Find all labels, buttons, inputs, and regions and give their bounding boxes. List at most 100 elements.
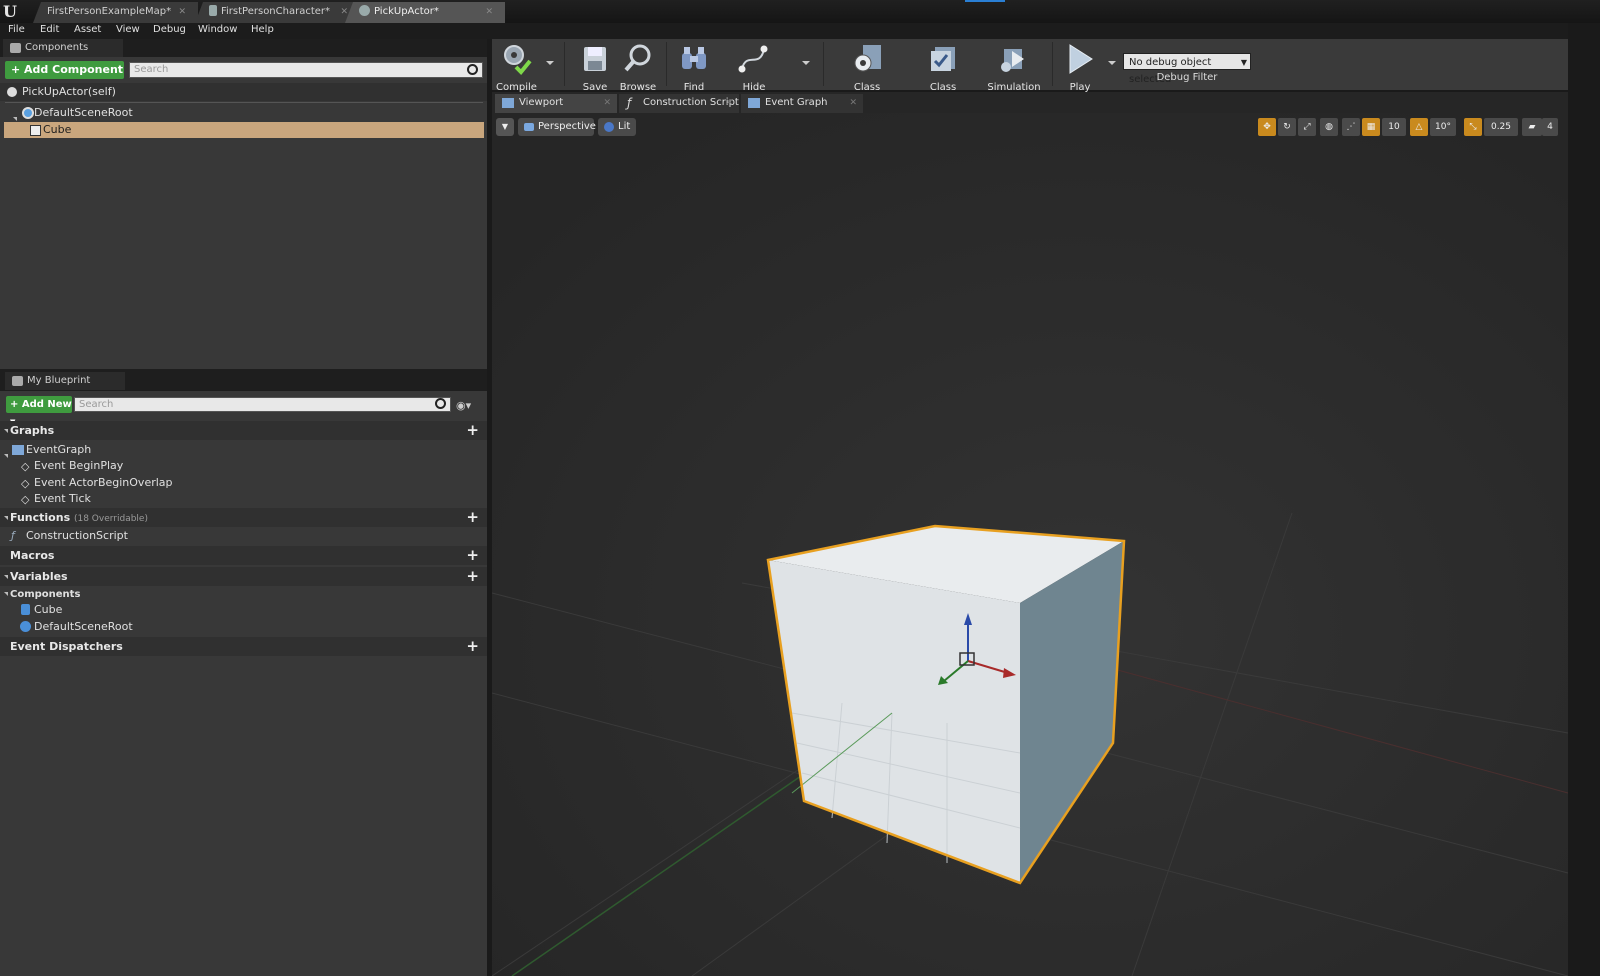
event-dispatchers-section[interactable]: Event Dispatchers + [0, 637, 487, 656]
tree-row-defaultsceneroot[interactable]: DefaultSceneRoot [4, 105, 484, 121]
event-item-beginplay[interactable]: ◇ Event BeginPlay [0, 458, 487, 474]
menu-asset[interactable]: Asset [74, 24, 101, 35]
debug-object-select[interactable]: No debug object selected ▼ [1123, 53, 1251, 85]
grid-snap-value[interactable]: 10 [1382, 118, 1406, 136]
add-component-button[interactable]: + Add Component ▼ [5, 61, 124, 93]
cube-component-icon [30, 125, 41, 136]
event-item-actorbeginoverlap[interactable]: ◇ Event ActorBeginOverlap [0, 475, 487, 491]
expand-arrow-icon [4, 592, 8, 596]
self-row[interactable]: PickUpActor(self) [0, 83, 487, 101]
actor-icon [359, 5, 370, 16]
document-tab-label: PickUpActor* [374, 6, 439, 17]
components-panel: Components + Add Component ▼ Search Pick… [0, 39, 487, 369]
menu-edit[interactable]: Edit [40, 24, 59, 35]
camera-speed-icon[interactable]: ▰ [1522, 118, 1542, 136]
scale-mode-icon[interactable]: ⤢ [1298, 118, 1316, 136]
grid-snap-icon[interactable]: ▦ [1362, 118, 1380, 136]
variable-item-cube[interactable]: Cube [0, 602, 487, 618]
play-options-dropdown[interactable] [1108, 61, 1116, 65]
tab-event-graph[interactable]: Event Graph ✕ [741, 94, 863, 113]
function-icon: ƒ [11, 529, 15, 542]
my-blueprint-panel: My Blueprint + Add New ▼ Search ◉▾ Graph… [0, 369, 487, 976]
self-label: PickUpActor(self) [22, 85, 116, 98]
category-label: Components [10, 589, 81, 600]
menu-view[interactable]: View [116, 24, 140, 35]
coordinate-system-icon[interactable]: ◍ [1320, 118, 1338, 136]
save-button[interactable]: Save [578, 41, 612, 93]
event-graph-icon [12, 445, 24, 455]
event-icon: ◇ [21, 493, 30, 506]
document-tab-map[interactable]: FirstPersonExampleMap* ✕ [33, 2, 198, 23]
functions-section[interactable]: Functions (18 Overridable) + [0, 508, 487, 527]
close-icon[interactable]: ✕ [178, 2, 186, 22]
compile-options-dropdown[interactable] [546, 61, 554, 65]
menu-debug[interactable]: Debug [153, 24, 186, 35]
simulation-button[interactable]: Simulation [985, 41, 1043, 93]
visibility-eye-icon[interactable]: ◉▾ [456, 399, 471, 412]
event-graph-item[interactable]: EventGraph [0, 442, 487, 458]
close-icon[interactable]: ✕ [725, 94, 733, 112]
browse-icon [624, 44, 651, 72]
compile-button[interactable]: Compile [496, 41, 537, 93]
find-button[interactable]: Find [676, 41, 712, 93]
components-search-input[interactable]: Search [129, 62, 483, 78]
variable-type-icon [21, 604, 30, 615]
close-icon[interactable]: ✕ [485, 2, 493, 22]
variables-components-category[interactable]: Components [0, 587, 487, 602]
browse-button[interactable]: Browse [617, 41, 659, 93]
play-button[interactable]: Play [1060, 41, 1100, 93]
add-function-icon[interactable]: + [466, 510, 479, 525]
graphs-section[interactable]: Graphs + [0, 421, 487, 440]
menu-window[interactable]: Window [198, 24, 237, 35]
tree-row-cube[interactable]: Cube [4, 122, 484, 138]
add-new-button[interactable]: + Add New ▼ [6, 396, 72, 426]
components-body: + Add Component ▼ Search PickUpActor(sel… [0, 57, 487, 369]
search-placeholder: Search [134, 64, 169, 75]
document-tab-pickupactor[interactable]: PickUpActor* ✕ [345, 2, 505, 23]
hide-unrelated-options-dropdown[interactable] [802, 61, 810, 65]
macros-section[interactable]: Macros + [0, 546, 487, 565]
scale-snap-value[interactable]: 0.25 [1484, 118, 1518, 136]
scale-snap-icon[interactable]: ⤡ [1464, 118, 1482, 136]
variables-section[interactable]: Variables + [0, 567, 487, 586]
viewport-options-dropdown[interactable]: ▼ [496, 118, 514, 136]
item-label: Event ActorBeginOverlap [34, 476, 173, 489]
toolbar-separator [564, 42, 565, 86]
class-settings-icon [854, 45, 881, 72]
rotation-snap-icon[interactable]: △ [1410, 118, 1428, 136]
add-dispatcher-icon[interactable]: + [466, 639, 479, 654]
surface-snap-icon[interactable]: ⋰ [1342, 118, 1360, 136]
item-label: EventGraph [26, 443, 92, 456]
add-macro-icon[interactable]: + [466, 548, 479, 563]
rotation-snap-value[interactable]: 10° [1430, 118, 1456, 136]
close-icon[interactable]: ✕ [603, 94, 611, 112]
add-variable-icon[interactable]: + [466, 569, 479, 584]
add-graph-icon[interactable]: + [466, 423, 479, 438]
lit-mode-button[interactable]: Lit [598, 118, 636, 136]
tab-label: Viewport [519, 97, 564, 108]
item-label: DefaultSceneRoot [34, 620, 133, 633]
event-item-tick[interactable]: ◇ Event Tick [0, 491, 487, 507]
function-item-constructionscript[interactable]: ƒ ConstructionScript [0, 528, 487, 544]
blueprint-search-input[interactable]: Search [74, 397, 451, 412]
my-blueprint-tab[interactable]: My Blueprint [5, 372, 125, 390]
document-tab-character[interactable]: FirstPersonCharacter* ✕ [195, 2, 360, 23]
tab-construction-script[interactable]: ƒ Construction Script ✕ [619, 94, 739, 113]
my-blueprint-body: + Add New ▼ Search ◉▾ Graphs + EventGrap… [0, 391, 487, 976]
book-icon [12, 376, 23, 386]
document-tab-label: FirstPersonCharacter* [221, 6, 331, 17]
close-icon[interactable]: ✕ [849, 94, 857, 112]
perspective-button[interactable]: Perspective [518, 118, 596, 136]
components-tab[interactable]: Components [3, 39, 123, 57]
camera-speed-value[interactable]: 4 [1542, 118, 1558, 136]
variable-item-defaultsceneroot[interactable]: DefaultSceneRoot [0, 619, 487, 635]
rotate-mode-icon[interactable]: ↻ [1278, 118, 1296, 136]
toolbar-separator [1052, 42, 1053, 86]
document-tab-label: FirstPersonExampleMap* [47, 6, 172, 17]
tab-viewport[interactable]: Viewport ✕ [495, 94, 617, 113]
functions-override-count: (18 Overridable) [73, 514, 148, 524]
viewport[interactable]: ▼ Perspective Lit ✥ ↻ ⤢ ◍ ⋰ ▦ 10 △ 10° ⤡… [492, 113, 1568, 976]
menu-file[interactable]: File [8, 24, 25, 35]
translate-mode-icon[interactable]: ✥ [1258, 118, 1276, 136]
menu-help[interactable]: Help [251, 24, 274, 35]
